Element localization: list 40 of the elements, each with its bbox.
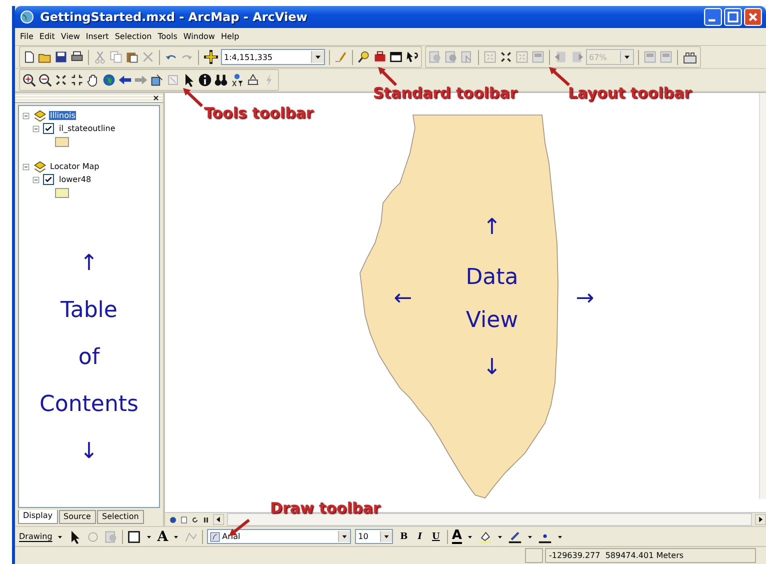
menu-item[interactable]: View xyxy=(58,32,83,41)
menu-item[interactable]: Tools xyxy=(154,32,180,41)
drawing-menu[interactable]: Drawing xyxy=(19,532,52,541)
layer-label[interactable]: lower48 xyxy=(58,175,92,184)
annotation-text: Contents xyxy=(40,391,138,419)
arrow-glyph: ↓ xyxy=(80,438,98,466)
arrow-glyph: ↓ xyxy=(482,355,502,381)
arrow-glyph: ↑ xyxy=(482,215,502,241)
italic-button[interactable]: I xyxy=(414,532,425,542)
callout-label: Standard toolbar xyxy=(373,84,518,102)
callout-label: Layout toolbar xyxy=(568,84,692,102)
underline-button[interactable]: U xyxy=(428,532,443,542)
callout-label: Draw toolbar xyxy=(270,499,380,517)
arrow-glyph: ← xyxy=(394,286,412,312)
annotation-text: View xyxy=(466,308,518,334)
text-tool-button[interactable]: A xyxy=(157,530,168,544)
callout-label: Tools toolbar xyxy=(204,104,314,122)
scale-field[interactable]: 1:4,151,335 xyxy=(221,49,325,65)
menu-item[interactable]: Window xyxy=(180,32,218,41)
annotation-text: Data xyxy=(466,265,518,291)
menu-item[interactable]: Edit xyxy=(36,32,58,41)
coordinates-readout: -129639.277 589474.401 Meters xyxy=(545,548,756,563)
layer-label[interactable]: Illinois xyxy=(49,111,76,120)
font-size-field[interactable]: 10 xyxy=(355,529,394,544)
tab[interactable]: Selection xyxy=(96,510,144,524)
menu-item[interactable]: Insert xyxy=(82,32,112,41)
tab[interactable]: Source xyxy=(58,510,96,524)
arrow-glyph: → xyxy=(576,286,594,312)
annotation-text: of xyxy=(78,344,100,372)
bold-button[interactable]: B xyxy=(397,532,411,542)
menu-item[interactable]: Help xyxy=(218,32,242,41)
tab[interactable]: Display xyxy=(18,510,58,524)
window-title: GettingStarted.mxd - ArcMap - ArcView xyxy=(40,10,308,24)
layer-label[interactable]: il_stateoutline xyxy=(58,124,116,133)
arrow-glyph: ↑ xyxy=(80,250,98,278)
menu-item[interactable]: File xyxy=(17,32,36,41)
font-color-button[interactable]: A xyxy=(452,530,462,544)
annotation-text: Table xyxy=(60,297,118,325)
menu-item[interactable]: Selection xyxy=(112,32,155,41)
layer-label[interactable]: Locator Map xyxy=(49,162,100,171)
